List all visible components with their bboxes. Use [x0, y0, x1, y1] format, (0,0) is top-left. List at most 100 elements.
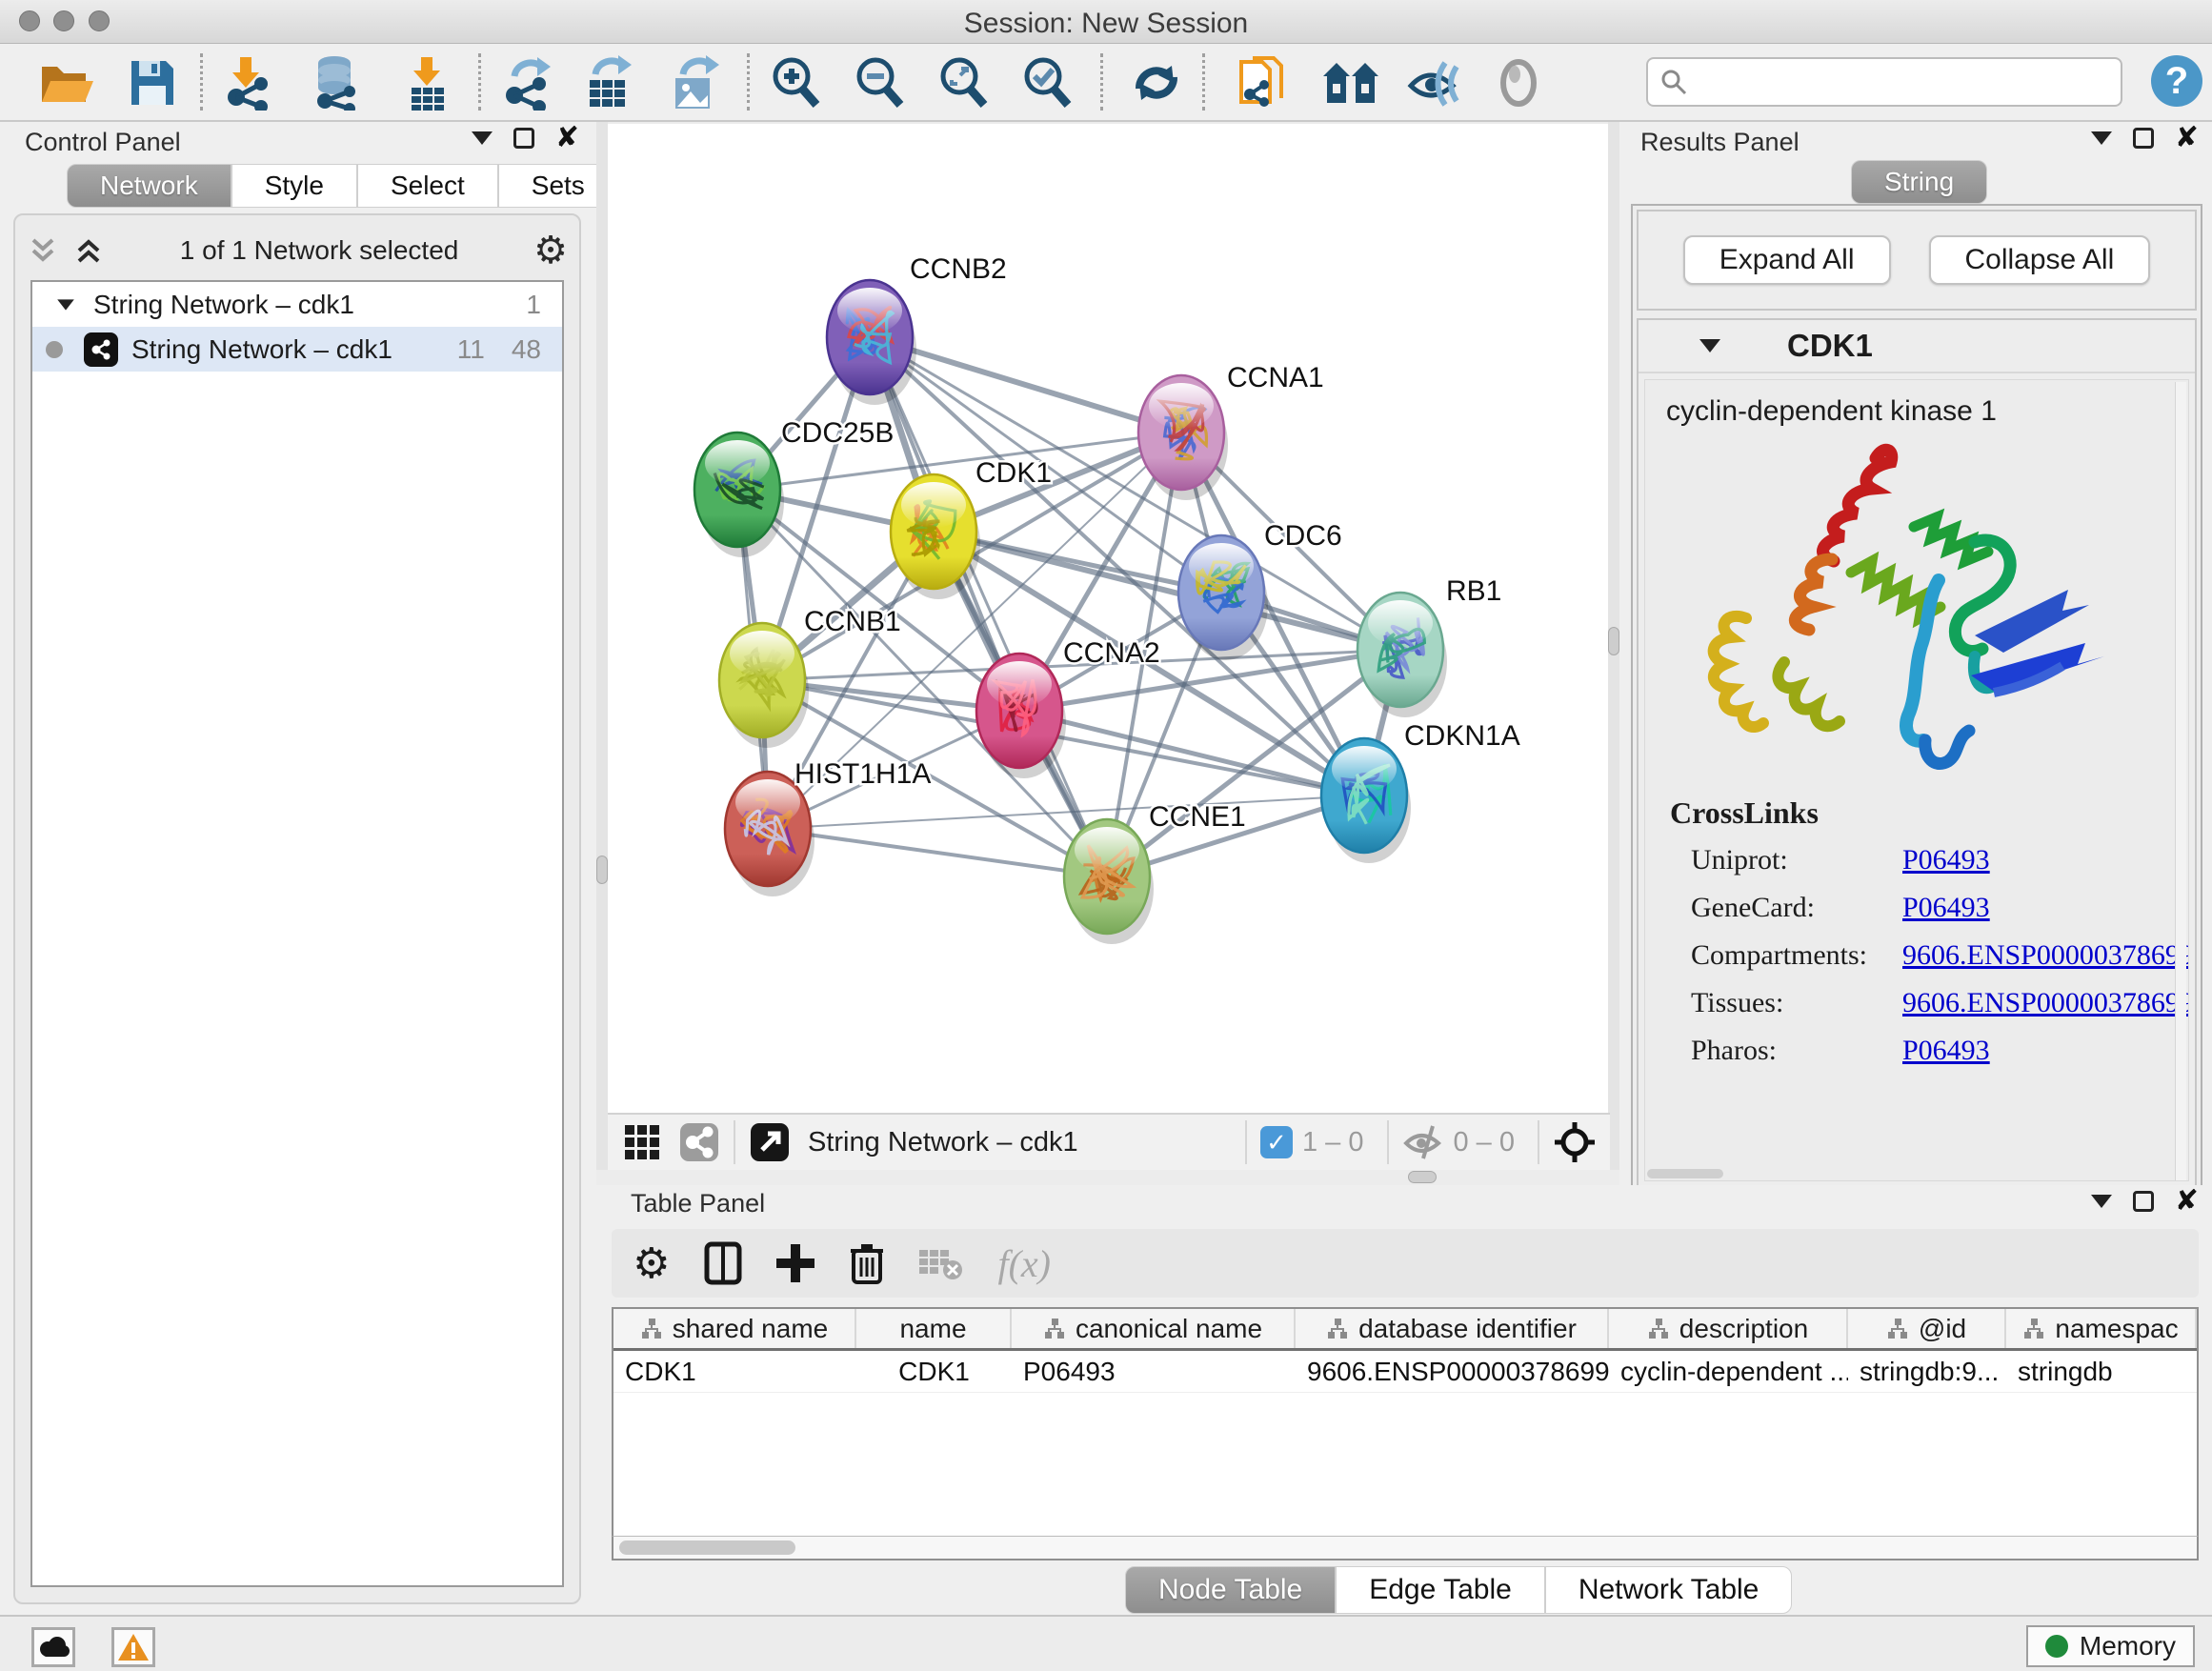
node-CDKN1A[interactable]: CDKN1A — [1321, 720, 1520, 863]
table-cell[interactable]: stringdb — [2006, 1351, 2197, 1392]
update-network-button[interactable] — [1122, 51, 1191, 114]
tab-select[interactable]: Select — [357, 164, 498, 208]
tab-network[interactable]: Network — [67, 164, 231, 208]
maximize-panel-icon[interactable] — [513, 128, 534, 149]
open-session-button[interactable] — [32, 51, 101, 114]
crosslink-value-link[interactable]: 9606.ENSP00000378699 — [1902, 939, 2189, 972]
zoom-out-button[interactable] — [846, 51, 915, 114]
node-CCNA2[interactable]: CCNA2 — [976, 637, 1160, 778]
maximize-panel-icon[interactable] — [2133, 1191, 2154, 1212]
table-row[interactable]: CDK1CDK1P064939606.ENSP00000378699cyclin… — [613, 1351, 2197, 1393]
table-cell[interactable]: CDK1 — [613, 1351, 856, 1392]
show-hide-button[interactable] — [1400, 51, 1469, 114]
node-HIST1H1A[interactable]: HIST1H1A — [725, 758, 931, 896]
crosslink-value-link[interactable]: P06493 — [1902, 1035, 1990, 1067]
hidden-eye-icon[interactable] — [1402, 1124, 1444, 1160]
results-vertical-scrollbar[interactable] — [2175, 382, 2186, 1180]
collapse-all-button[interactable]: Collapse All — [1929, 235, 2151, 285]
add-column-icon[interactable] — [776, 1242, 814, 1284]
selected-checkbox-icon[interactable]: ✓ — [1260, 1126, 1293, 1158]
tab-style[interactable]: Style — [231, 164, 357, 208]
column-header-name[interactable]: name — [856, 1309, 1012, 1348]
gear-icon[interactable]: ⚙ — [533, 229, 568, 272]
highlight-button[interactable] — [1484, 51, 1553, 114]
zoom-fit-button[interactable] — [930, 51, 998, 114]
export-table-button[interactable] — [575, 51, 644, 114]
right-splitter-handle[interactable] — [1608, 627, 1619, 655]
table-cell[interactable]: CDK1 — [856, 1351, 1012, 1392]
close-panel-icon[interactable]: ✘ — [555, 128, 579, 149]
table-cell[interactable]: 9606.ENSP00000378699 — [1296, 1351, 1609, 1392]
edge-HIST1H1A-CCNE1[interactable] — [768, 829, 1107, 876]
tab-node-table[interactable]: Node Table — [1125, 1566, 1336, 1614]
export-image-button[interactable] — [661, 51, 730, 114]
gene-section-header[interactable]: CDK1 — [1639, 320, 2195, 373]
column-header--id[interactable]: @id — [1848, 1309, 2006, 1348]
function-builder-icon[interactable]: f(x) — [997, 1241, 1051, 1286]
network-canvas[interactable]: CCNB2CCNA1CDC25BCDK1CDC6RB1CCNB1CCNA2CDK… — [608, 124, 1608, 1113]
delete-column-icon[interactable] — [849, 1241, 885, 1285]
node-CDK1[interactable]: CDK1 — [891, 457, 1052, 599]
warning-button[interactable] — [111, 1627, 155, 1667]
column-header-canonical-name[interactable]: canonical name — [1012, 1309, 1296, 1348]
tab-string[interactable]: String — [1851, 160, 1987, 204]
section-expand-icon[interactable] — [1699, 339, 1720, 352]
edge-CCNB2-CCNE1[interactable] — [870, 337, 1107, 876]
close-panel-icon[interactable]: ✘ — [2175, 1191, 2199, 1212]
tab-edge-table[interactable]: Edge Table — [1336, 1566, 1545, 1614]
export-network-button[interactable] — [493, 51, 562, 114]
collapse-all-icon[interactable] — [27, 234, 59, 267]
table-cell[interactable]: cyclin-dependent ... — [1609, 1351, 1848, 1392]
column-header-database-identifier[interactable]: database identifier — [1296, 1309, 1609, 1348]
table-cell[interactable]: stringdb:9... — [1848, 1351, 2006, 1392]
birds-eye-icon[interactable] — [1553, 1120, 1597, 1164]
column-header-namespac[interactable]: namespac — [2006, 1309, 2197, 1348]
detach-view-icon[interactable] — [749, 1121, 791, 1163]
zoom-in-button[interactable] — [762, 51, 831, 114]
table-cell[interactable]: P06493 — [1012, 1351, 1296, 1392]
column-header-description[interactable]: description — [1609, 1309, 1848, 1348]
tree-expand-icon[interactable] — [57, 299, 74, 310]
table-scrollbar-thumb[interactable] — [619, 1540, 795, 1555]
close-panel-icon[interactable]: ✘ — [2175, 128, 2199, 149]
expand-all-button[interactable]: Expand All — [1683, 235, 1891, 285]
crosslink-value-link[interactable]: P06493 — [1902, 844, 1990, 876]
results-horizontal-scrollbar[interactable] — [1647, 1169, 1723, 1178]
float-panel-icon[interactable] — [2091, 131, 2112, 145]
search-input[interactable] — [1688, 68, 2098, 97]
crosslink-value-link[interactable]: 9606.ENSP00000378699 — [1902, 987, 2189, 1019]
tab-network-table[interactable]: Network Table — [1545, 1566, 1793, 1614]
zoom-selected-button[interactable] — [1014, 51, 1082, 114]
network-view-icon[interactable] — [678, 1121, 720, 1163]
horizontal-splitter-handle[interactable] — [1408, 1171, 1437, 1183]
clone-network-button[interactable] — [1229, 51, 1297, 114]
import-table-button[interactable] — [394, 51, 463, 114]
network-row[interactable]: String Network – cdk1 11 48 — [32, 327, 562, 372]
node-CCNE1[interactable]: CCNE1 — [1064, 801, 1246, 944]
grid-view-icon[interactable] — [623, 1123, 661, 1161]
left-splitter-handle[interactable] — [596, 856, 608, 884]
node-table[interactable]: shared namenamecanonical namedatabase id… — [612, 1307, 2199, 1536]
save-session-button[interactable] — [118, 51, 187, 114]
network-graph[interactable]: CCNB2CCNA1CDC25BCDK1CDC6RB1CCNB1CCNA2CDK… — [608, 124, 1608, 1113]
table-horizontal-scrollbar[interactable] — [612, 1536, 2199, 1560]
first-neighbors-button[interactable] — [1317, 51, 1385, 114]
search-box[interactable] — [1646, 57, 2122, 107]
column-header-shared-name[interactable]: shared name — [613, 1309, 856, 1348]
delete-table-icon[interactable] — [919, 1246, 963, 1280]
edge-CCNB2-CCNA1[interactable] — [870, 337, 1181, 433]
import-network-database-button[interactable] — [303, 51, 372, 114]
table-settings-gear-icon[interactable]: ⚙ — [633, 1239, 670, 1288]
cloud-button[interactable] — [31, 1627, 75, 1667]
left-splitter[interactable] — [596, 122, 608, 1185]
float-panel-icon[interactable] — [2091, 1195, 2112, 1208]
maximize-panel-icon[interactable] — [2133, 128, 2154, 149]
node-CDC6[interactable]: CDC6 — [1178, 520, 1342, 660]
float-panel-icon[interactable] — [472, 131, 493, 145]
network-collection-row[interactable]: String Network – cdk1 1 — [32, 282, 562, 327]
show-columns-icon[interactable] — [704, 1241, 742, 1285]
help-button[interactable]: ? — [2151, 55, 2202, 107]
memory-button[interactable]: Memory — [2026, 1625, 2195, 1667]
crosslink-value-link[interactable]: P06493 — [1902, 892, 1990, 924]
node-RB1[interactable]: RB1 — [1357, 575, 1501, 717]
